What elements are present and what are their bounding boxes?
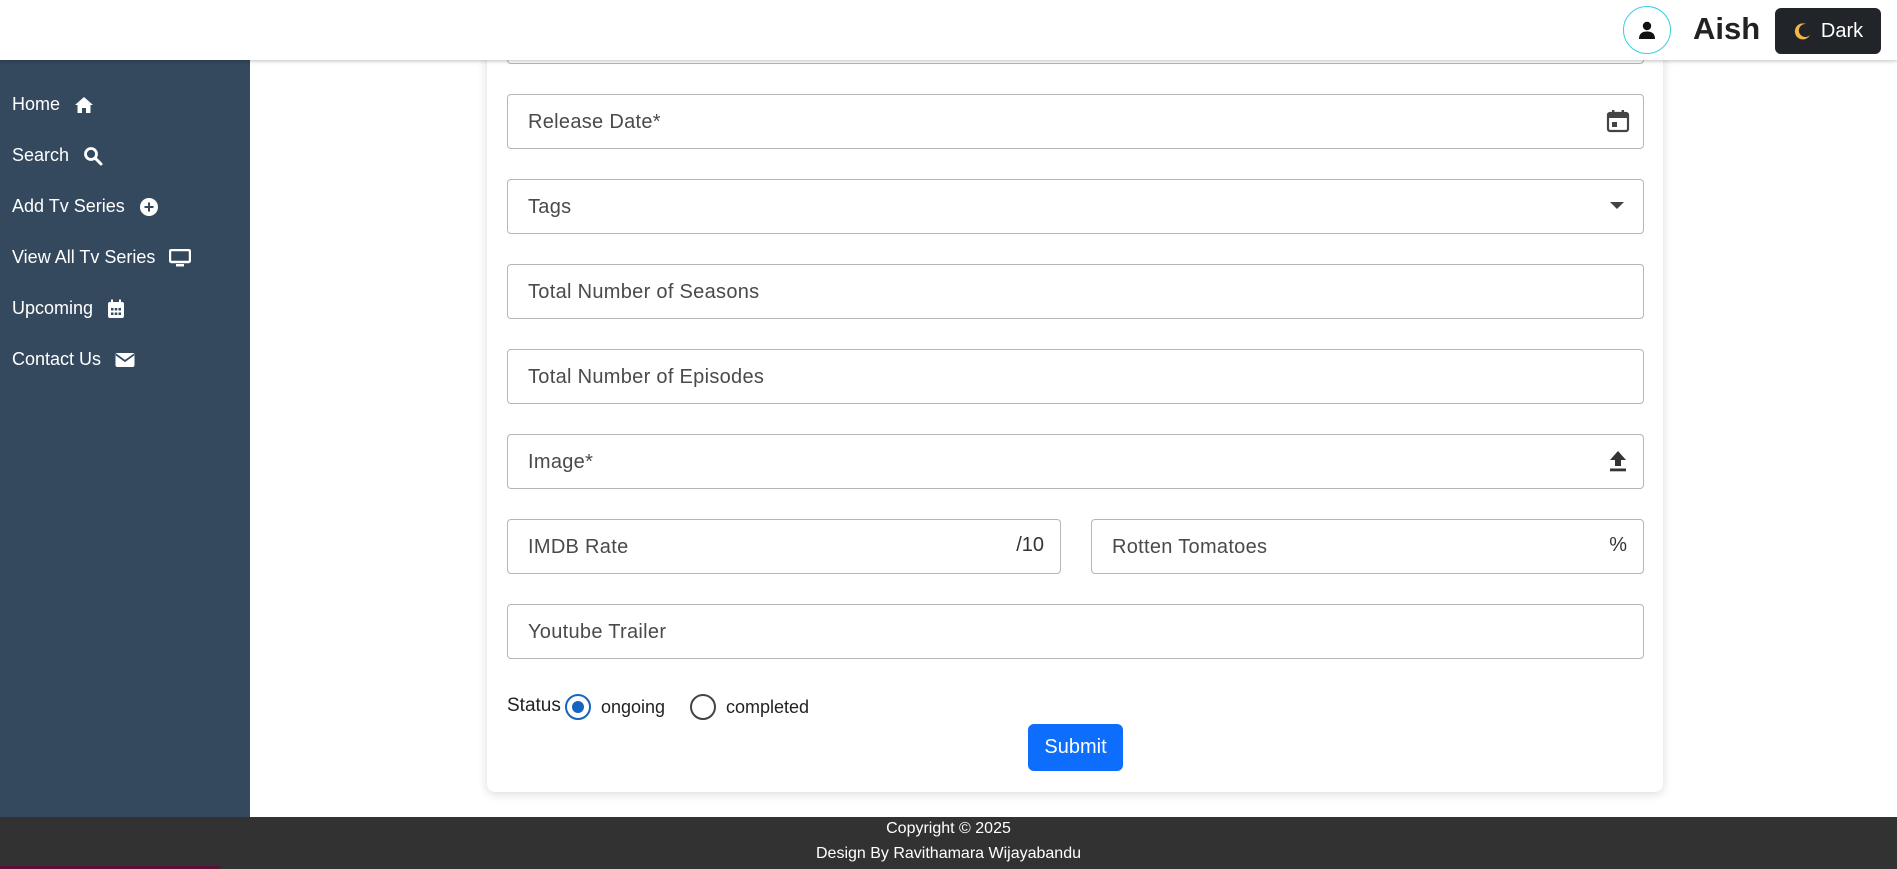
- sidebar-item-label: View All Tv Series: [12, 247, 156, 267]
- monitor-icon: [169, 248, 192, 266]
- seasons-placeholder: Total Number of Seasons: [528, 281, 760, 303]
- upload-icon[interactable]: [1607, 449, 1629, 478]
- seasons-field[interactable]: Total Number of Seasons: [507, 264, 1644, 319]
- dropdown-arrow-icon[interactable]: [1609, 198, 1625, 216]
- image-upload-field[interactable]: Image*: [507, 434, 1644, 489]
- status-completed-radio[interactable]: [690, 694, 716, 720]
- footer-design-credit: Design By Ravithamara Wijayabandu: [815, 845, 1081, 862]
- calendar-icon: [108, 299, 125, 318]
- image-placeholder: Image*: [528, 451, 594, 473]
- imdb-suffix: /10: [1016, 534, 1044, 556]
- sidebar-item-home[interactable]: Home: [12, 94, 94, 115]
- sidebar-item-upcoming[interactable]: Upcoming: [12, 298, 125, 319]
- release-date-placeholder: Release Date*: [528, 111, 661, 133]
- home-icon: [75, 96, 94, 113]
- plus-circle-icon: [139, 197, 158, 216]
- episodes-field[interactable]: Total Number of Episodes: [507, 349, 1644, 404]
- rotten-tomatoes-placeholder: Rotten Tomatoes: [1112, 536, 1268, 558]
- calendar-icon[interactable]: [1605, 108, 1631, 139]
- status-completed-label[interactable]: completed: [726, 697, 809, 718]
- add-tv-series-form-card: [487, 40, 1663, 792]
- search-icon: [84, 146, 103, 165]
- footer: Copyright © 2025 Design By Ravithamara W…: [0, 817, 1897, 869]
- imdb-rate-field[interactable]: IMDB Rate /10: [507, 519, 1061, 574]
- tags-select[interactable]: Tags: [507, 179, 1644, 234]
- sidebar-item-contact-us[interactable]: Contact Us: [12, 349, 135, 370]
- rotten-tomatoes-field[interactable]: Rotten Tomatoes %: [1091, 519, 1644, 574]
- username: Aish: [1693, 11, 1761, 46]
- release-date-field[interactable]: Release Date*: [507, 94, 1644, 149]
- sidebar-item-label: Upcoming: [12, 298, 94, 318]
- theme-toggle-label: Dark: [1820, 19, 1864, 42]
- sidebar-item-view-all-tv-series[interactable]: View All Tv Series: [12, 247, 192, 268]
- sidebar-item-label: Search: [12, 145, 70, 165]
- status-ongoing-label[interactable]: ongoing: [601, 697, 665, 718]
- top-header: Aish Dark: [0, 0, 1897, 60]
- theme-toggle-button[interactable]: Dark: [1775, 8, 1881, 54]
- user-icon: [1639, 21, 1655, 39]
- sidebar-item-label: Add Tv Series: [12, 196, 125, 216]
- imdb-placeholder: IMDB Rate: [528, 536, 629, 558]
- rotten-tomatoes-suffix: %: [1609, 534, 1627, 556]
- sidebar: Home Search Add Tv Series View All Tv Se…: [0, 60, 250, 817]
- sidebar-item-label: Contact Us: [12, 349, 102, 369]
- envelope-icon: [115, 352, 135, 367]
- youtube-trailer-field[interactable]: Youtube Trailer: [507, 604, 1644, 659]
- sidebar-item-label: Home: [12, 94, 61, 114]
- submit-button[interactable]: Submit: [1028, 724, 1123, 771]
- episodes-placeholder: Total Number of Episodes: [528, 366, 765, 388]
- tags-placeholder: Tags: [528, 196, 572, 218]
- sidebar-item-search[interactable]: Search: [12, 145, 103, 166]
- avatar[interactable]: [1623, 6, 1671, 54]
- status-label: Status: [507, 695, 561, 716]
- moon-icon: [1794, 23, 1810, 40]
- footer-copyright: Copyright © 2025: [886, 820, 1011, 837]
- trailer-placeholder: Youtube Trailer: [528, 621, 667, 643]
- sidebar-item-add-tv-series[interactable]: Add Tv Series: [12, 196, 159, 217]
- status-ongoing-radio[interactable]: [565, 694, 591, 720]
